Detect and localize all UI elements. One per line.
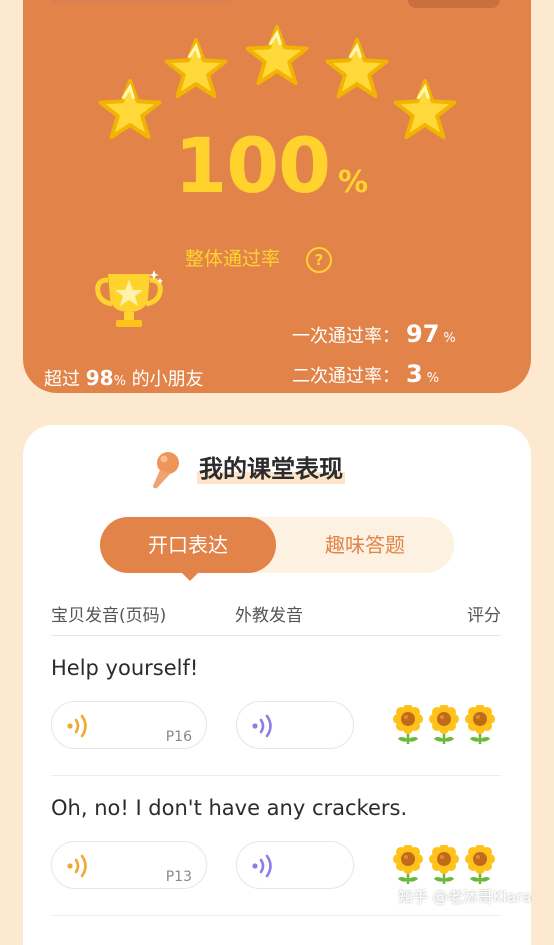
divider xyxy=(51,635,501,636)
overall-pass-rate-value: 100 xyxy=(174,121,331,210)
score-rating xyxy=(391,704,497,749)
sound-wave-icon xyxy=(66,714,94,742)
question-circle-icon[interactable]: ? xyxy=(306,247,332,273)
page-number: P13 xyxy=(165,869,192,885)
baby-audio-button[interactable]: P16 xyxy=(51,701,207,749)
section-title: 我的课堂表现 xyxy=(197,455,345,484)
second-pass-rate: 二次通过率： 3% xyxy=(292,360,440,388)
divider xyxy=(51,775,501,776)
baby-audio-button[interactable]: P13 xyxy=(51,841,207,889)
star-icon xyxy=(164,37,228,99)
column-header-teacher: 外教发音 xyxy=(235,606,303,626)
exceed-friends-text: 超过 98% 的小朋友 xyxy=(44,366,204,390)
star-icon xyxy=(98,78,162,140)
overall-pass-rate-unit: % xyxy=(338,165,369,200)
exceed-value: 98 xyxy=(85,366,114,390)
tab-pointer xyxy=(180,571,200,581)
score-rating xyxy=(391,844,497,889)
sound-wave-icon xyxy=(251,854,279,882)
tab-speaking[interactable]: 开口表达 xyxy=(100,517,276,573)
first-pass-rate: 一次通过率： 97% xyxy=(292,320,456,348)
star-icon xyxy=(325,37,389,99)
sunflower-icon xyxy=(391,844,425,889)
trophy-icon xyxy=(94,268,164,334)
sunflower-icon xyxy=(427,704,461,749)
sound-wave-icon xyxy=(66,854,94,882)
column-header-score: 评分 xyxy=(467,606,501,626)
teacher-audio-button[interactable] xyxy=(236,841,354,889)
page-number: P16 xyxy=(165,729,192,745)
sunflower-icon xyxy=(391,704,425,749)
teacher-audio-button[interactable] xyxy=(236,701,354,749)
sentence-text: Oh, no! I don't have any crackers. xyxy=(51,796,408,820)
sunflower-icon xyxy=(427,844,461,889)
column-header-baby: 宝贝发音(页码) xyxy=(51,606,167,626)
sentence-text: Help yourself! xyxy=(51,656,199,680)
star-icon xyxy=(245,24,309,86)
tab-quiz[interactable]: 趣味答题 xyxy=(276,517,454,573)
microphone-icon xyxy=(149,450,183,494)
sound-wave-icon xyxy=(251,714,279,742)
classroom-performance-card: 我的课堂表现 开口表达 趣味答题 宝贝发音(页码) 外教发音 评分 Help y… xyxy=(23,425,531,945)
sunflower-icon xyxy=(463,704,497,749)
sunflower-icon xyxy=(463,844,497,889)
top-badge xyxy=(408,0,500,8)
status-text-blurred xyxy=(51,0,231,4)
overall-pass-rate-label: 整体通过率 xyxy=(185,248,281,270)
star-icon xyxy=(393,78,457,140)
divider xyxy=(51,915,501,916)
watermark: 知乎 @老沐哥Klara xyxy=(398,888,532,906)
